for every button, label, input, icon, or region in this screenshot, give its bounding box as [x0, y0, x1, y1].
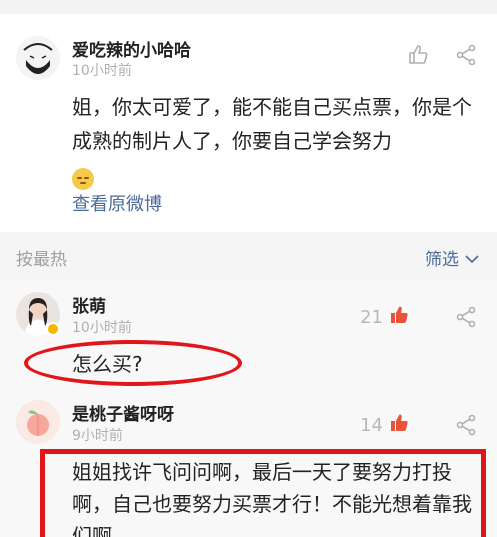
post-username[interactable]: 爱吃辣的小哈哈: [72, 36, 191, 61]
comment-like[interactable]: 14: [360, 413, 409, 437]
annotation-rectangle: [40, 449, 486, 537]
original-post: 爱吃辣的小哈哈 10小时前 姐，你太可爱了，能不能自己买点票，你是个成熟的制片人…: [0, 14, 497, 232]
view-original-link[interactable]: 查看原微博: [72, 190, 162, 216]
weibo-comment-page: 爱吃辣的小哈哈 10小时前 姐，你太可爱了，能不能自己买点票，你是个成熟的制片人…: [0, 0, 497, 537]
sort-bar: 按最热 筛选: [0, 232, 497, 280]
like-filled-icon[interactable]: [389, 305, 409, 329]
like-count: 14: [360, 414, 383, 436]
like-count: 21: [360, 306, 383, 328]
post-timestamp: 10小时前: [72, 63, 132, 79]
top-divider: [0, 0, 497, 14]
sort-hot-label[interactable]: 按最热: [16, 245, 67, 270]
annotation-ellipse: [24, 340, 242, 386]
post-text: 姐，你太可爱了，能不能自己买点票，你是个成熟的制片人了，你要自己学会努力: [72, 95, 472, 153]
peach-icon: [16, 400, 60, 444]
post-actions: [407, 44, 477, 70]
post-body: 姐，你太可爱了，能不能自己买点票，你是个成熟的制片人了，你要自己学会努力: [72, 90, 472, 192]
comment-like[interactable]: 21: [360, 305, 409, 329]
comment-username[interactable]: 是桃子酱呀呀: [72, 400, 174, 425]
like-outline-icon[interactable]: [407, 44, 429, 70]
share-icon[interactable]: [455, 306, 477, 332]
post-avatar[interactable]: [16, 36, 60, 80]
verified-badge-icon: [46, 322, 60, 336]
chevron-down-icon[interactable]: [465, 249, 479, 268]
filter-button[interactable]: 筛选: [425, 245, 459, 270]
comment-timestamp: 9小时前: [72, 428, 123, 444]
share-icon[interactable]: [455, 414, 477, 440]
sleepy-face-emoji-icon: [72, 167, 94, 190]
comment-avatar[interactable]: [16, 400, 60, 444]
comment-username[interactable]: 张萌: [72, 292, 106, 317]
avatar-illustration-icon: [16, 36, 60, 80]
comment-avatar[interactable]: [16, 292, 60, 336]
share-icon[interactable]: [455, 44, 477, 70]
like-filled-icon[interactable]: [389, 413, 409, 437]
comment-timestamp: 10小时前: [72, 320, 132, 336]
